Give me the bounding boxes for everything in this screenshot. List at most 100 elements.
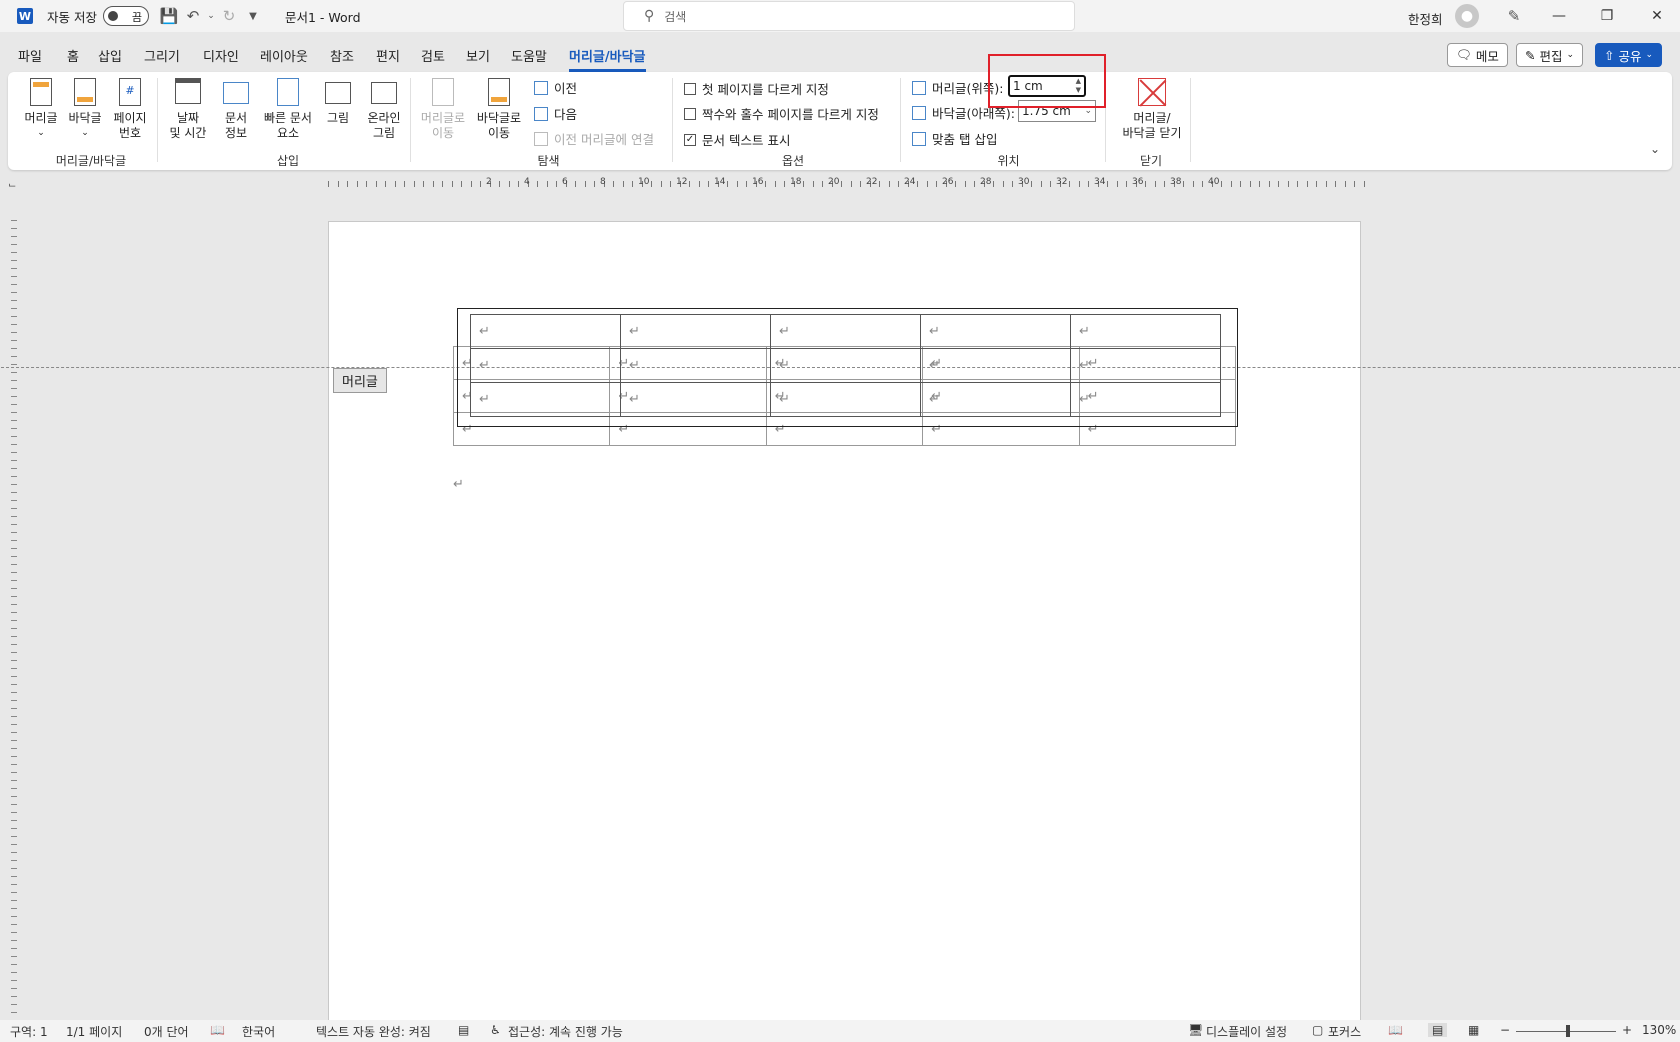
picture-button[interactable]: 그림 (322, 78, 354, 126)
header-button[interactable]: 머리글 ⌄ (22, 78, 60, 141)
ruler-tick (11, 884, 17, 885)
share-button[interactable]: ⇧ 공유 ⌄ (1595, 43, 1663, 67)
redo-icon[interactable]: ↻ (217, 4, 241, 28)
status-autocomplete[interactable]: 텍스트 자동 완성: 켜짐 (316, 1023, 431, 1040)
header-table[interactable]: ↵ ↵ ↵ ↵ ↵ ↵ ↵ ↵ ↵ ↵ ↵ ↵ ↵ ↵ ↵ (470, 314, 1221, 417)
ruler-tick (546, 181, 548, 187)
status-display-settings[interactable]: 디스플레이 설정 (1206, 1023, 1287, 1040)
tab-draw[interactable]: 그리기 (144, 46, 180, 65)
table-cell[interactable]: ↵ (470, 314, 621, 349)
status-accessibility[interactable]: 접근성: 계속 진행 가능 (508, 1023, 623, 1040)
pen-icon[interactable]: ✎ (1502, 4, 1526, 28)
document-page[interactable]: 머리글 ↵ ↵ ↵ ↵ ↵ ↵ ↵ ↵ ↵ ↵ ↵ ↵ ↵ ↵ ↵ ↵ ↵ ↵ ↵ ↵ ↵ ↵ ↵ ↵ ↵ ↵ ↵ ↵ ↵ ↵ ↵ (1, 221, 1680, 1021)
edit-mode-button[interactable]: ✎ 편집 ⌄ (1516, 43, 1584, 67)
show-document-text-option[interactable]: ✓ 문서 텍스트 표시 (684, 130, 790, 149)
table-cell[interactable]: ↵ (770, 348, 921, 383)
table-cell[interactable]: ↵ (620, 382, 771, 417)
display-settings-icon[interactable]: 🖥 (1188, 1023, 1203, 1037)
memo-button[interactable]: 🗨 메모 (1447, 43, 1508, 67)
ruler-tick (337, 181, 339, 187)
doc-info-button[interactable]: 문서 정보 (216, 78, 256, 141)
book-icon[interactable]: 📖 (210, 1023, 225, 1037)
goto-header-button[interactable]: 머리글로 이동 (418, 78, 468, 141)
tab-header-footer[interactable]: 머리글/바닥글 (569, 46, 646, 72)
date-time-button[interactable]: 날짜 및 시간 (166, 78, 210, 141)
page-number-button[interactable]: # 페이지 번호 (110, 78, 150, 141)
odd-even-different-option[interactable]: 짝수와 홀수 페이지를 다르게 지정 (684, 104, 879, 123)
highlight-box (988, 54, 1106, 108)
tab-help[interactable]: 도움말 (511, 46, 547, 65)
web-layout-icon[interactable]: ▦ (1468, 1023, 1479, 1037)
ruler-tick (1221, 181, 1222, 187)
insert-alignment-tab-button[interactable]: 맞춤 탭 삽입 (912, 129, 997, 148)
vertical-ruler[interactable] (8, 220, 22, 1020)
read-mode-icon[interactable]: 📖 (1388, 1023, 1403, 1037)
table-cell[interactable]: ↵ (770, 382, 921, 417)
table-cell[interactable]: ↵ (920, 314, 1071, 349)
horizontal-ruler[interactable]: 2 4 6 8 10 12 14 16 18 20 22 24 26 28 30 32 34 36 38 40 (328, 177, 1365, 191)
status-words[interactable]: 0개 단어 (144, 1023, 189, 1040)
user-name[interactable]: 한정희 (1408, 9, 1443, 28)
status-language[interactable]: 한국어 (242, 1023, 275, 1040)
accessibility-icon[interactable]: ♿ (490, 1023, 501, 1037)
table-cell[interactable]: ↵ (770, 314, 921, 349)
link-previous-button[interactable]: 이전 머리글에 연결 (534, 129, 654, 148)
tab-design[interactable]: 디자인 (203, 46, 239, 65)
next-button[interactable]: 다음 (534, 104, 577, 123)
table-cell[interactable]: ↵ (470, 382, 621, 417)
ruler-tick (11, 564, 17, 565)
goto-footer-button[interactable]: 바닥글로 이동 (474, 78, 524, 141)
save-icon[interactable]: 💾 (157, 4, 181, 28)
tab-selector-icon[interactable]: ⌙ (8, 180, 16, 191)
first-page-different-option[interactable]: 첫 페이지를 다르게 지정 (684, 79, 829, 98)
close-button[interactable]: ✕ (1634, 0, 1680, 32)
goto-footer-label-1: 바닥글로 (476, 111, 522, 125)
quick-parts-button[interactable]: 빠른 문서 요소 (260, 78, 316, 141)
ruler-tick (11, 364, 17, 365)
collapse-ribbon-icon[interactable]: ⌄ (1650, 142, 1660, 156)
avatar[interactable]: ● (1455, 4, 1479, 28)
table-cell[interactable]: ↵ (1070, 348, 1221, 383)
ruler-number: 36 (1132, 177, 1144, 187)
online-picture-button[interactable]: 온라인 그림 (364, 78, 404, 141)
table-cell[interactable]: ↵ (620, 348, 771, 383)
table-cell[interactable]: ↵ (470, 348, 621, 383)
undo-icon[interactable]: ↶ (181, 4, 205, 28)
tab-mailings[interactable]: 편지 (376, 46, 400, 65)
tab-layout[interactable]: 레이아웃 (260, 46, 308, 65)
restore-button[interactable]: ❐ (1584, 0, 1630, 32)
status-zoom[interactable]: 130% (1642, 1023, 1676, 1037)
tab-review[interactable]: 검토 (421, 46, 445, 65)
customize-toolbar-icon[interactable]: ▼ (241, 4, 265, 28)
previous-button[interactable]: 이전 (534, 78, 577, 97)
footer-button[interactable]: 바닥글 ⌄ (66, 78, 104, 141)
table-cell[interactable]: ↵ (620, 314, 771, 349)
table-cell[interactable]: ↵ (920, 348, 1071, 383)
search-input[interactable]: ⚲ 검색 (623, 1, 1075, 31)
first-page-checkbox[interactable] (684, 82, 696, 95)
zoom-slider-thumb[interactable] (1566, 1025, 1570, 1037)
show-doc-text-checkbox[interactable]: ✓ (684, 133, 696, 146)
tab-insert[interactable]: 삽입 (98, 46, 122, 65)
status-section[interactable]: 구역: 1 (10, 1023, 48, 1040)
print-layout-icon[interactable]: ▤ (1428, 1023, 1448, 1037)
tab-view[interactable]: 보기 (466, 46, 490, 65)
autocomplete-icon[interactable]: ▤ (458, 1023, 469, 1037)
table-cell[interactable]: ↵ (1070, 314, 1221, 349)
autosave-toggle[interactable]: 끔 (102, 6, 149, 26)
chevron-down-icon[interactable]: ⌄ (1084, 107, 1092, 116)
tab-references[interactable]: 참조 (330, 46, 354, 65)
minimize-button[interactable]: — (1536, 0, 1582, 32)
table-cell[interactable]: ↵ (920, 382, 1071, 417)
focus-icon[interactable]: ▢ (1312, 1023, 1323, 1037)
tab-file[interactable]: 파일 (18, 46, 42, 65)
table-cell[interactable]: ↵ (1070, 382, 1221, 417)
status-focus[interactable]: 포커스 (1328, 1023, 1361, 1040)
status-page[interactable]: 1/1 페이지 (66, 1023, 122, 1040)
undo-dropdown-icon[interactable]: ⌄ (205, 4, 217, 28)
close-header-footer-button[interactable]: 머리글/ 바닥글 닫기 (1114, 78, 1190, 141)
odd-even-checkbox[interactable] (684, 107, 696, 120)
zoom-in-button[interactable]: + (1622, 1023, 1632, 1037)
tab-home[interactable]: 홈 (67, 46, 79, 65)
zoom-out-button[interactable]: − (1500, 1023, 1510, 1037)
